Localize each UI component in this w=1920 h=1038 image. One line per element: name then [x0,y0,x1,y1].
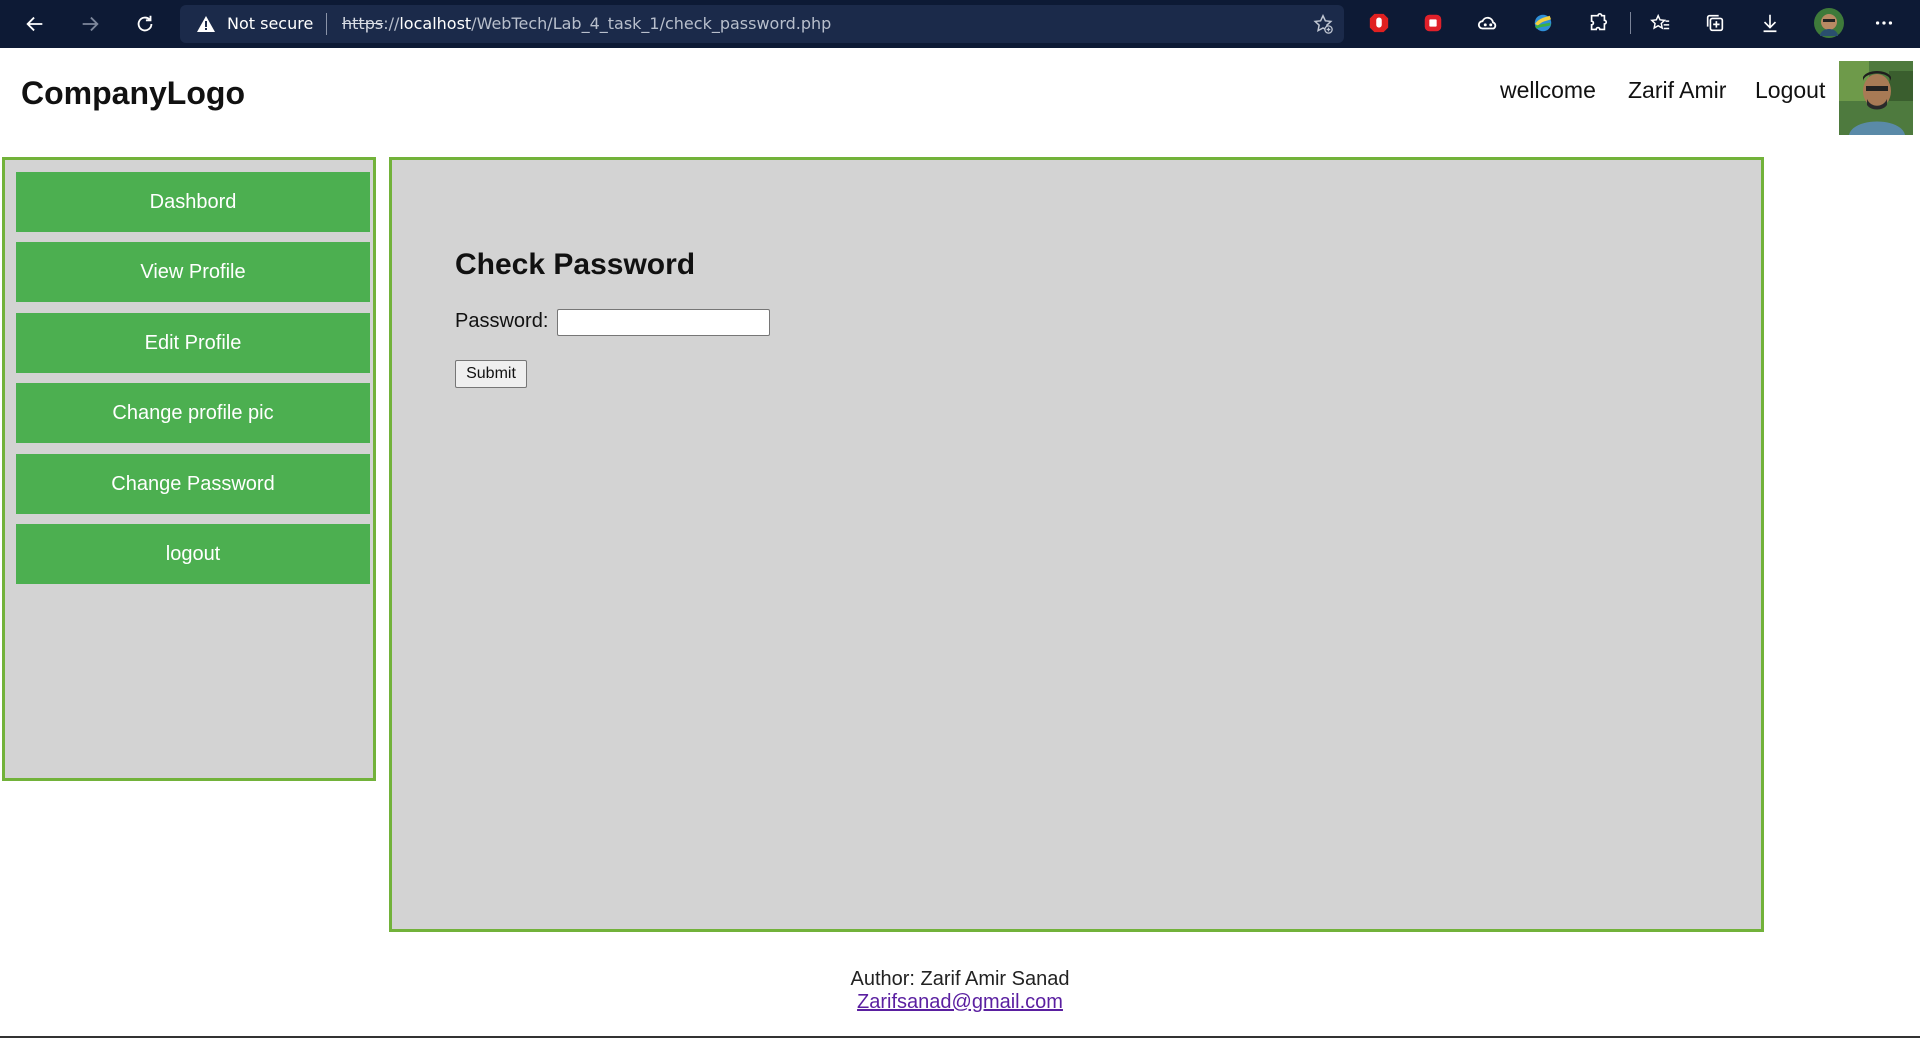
address-bar[interactable]: Not secure https://localhost/WebTech/Lab… [180,5,1344,43]
extensions-puzzle-icon[interactable] [1586,11,1610,35]
footer: Author: Zarif Amir Sanad Zarifsanad@gmai… [0,968,1920,1014]
forward-button[interactable] [72,6,108,42]
footer-author: Author: Zarif Amir Sanad [850,968,1070,990]
reload-icon [137,15,153,32]
user-name-link[interactable]: Zarif Amir [1628,77,1726,104]
favorites-icon[interactable] [1648,11,1672,35]
company-logo: CompanyLogo [21,75,245,111]
toolbar-separator [1630,12,1631,34]
extension-red-hand-icon[interactable] [1367,11,1391,35]
reload-button[interactable] [127,6,163,42]
add-favorite-icon[interactable] [1312,13,1334,35]
password-input[interactable] [557,309,770,336]
warning-icon [197,16,215,32]
more-icon[interactable] [1872,11,1896,35]
extension-cloud-icon[interactable] [1476,11,1500,35]
password-label: Password: [455,310,549,332]
back-button[interactable] [17,6,53,42]
main-content: Check Password Password: Submit [389,157,1764,932]
collections-icon[interactable] [1703,11,1727,35]
security-status[interactable]: Not secure [227,14,313,33]
extension-red-square-icon[interactable] [1421,11,1445,35]
browser-toolbar: Not secure https://localhost/WebTech/Lab… [0,0,1920,48]
address-separator [326,13,327,35]
url-text[interactable]: https://localhost/WebTech/Lab_4_task_1/c… [342,14,831,33]
extension-globe-icon[interactable] [1531,11,1555,35]
sidebar: Dashbord View Profile Edit Profile Chang… [2,157,376,781]
back-icon [26,16,43,32]
site-header: CompanyLogo wellcome Zarif Amir Logout [0,48,1920,148]
profile-avatar[interactable] [1814,8,1844,38]
user-avatar [1839,61,1913,135]
welcome-link[interactable]: wellcome [1500,77,1596,104]
sidebar-item-dashboard[interactable]: Dashbord [16,172,370,232]
url-path: /WebTech/Lab_4_task_1/check_password.php [471,14,832,33]
url-scheme: https [342,14,384,33]
sidebar-item-view-profile[interactable]: View Profile [16,242,370,302]
sidebar-item-logout[interactable]: logout [16,524,370,584]
page-title: Check Password [455,248,696,281]
header-logout-link[interactable]: Logout [1755,77,1825,104]
download-icon[interactable] [1758,11,1782,35]
url-separator: :// [383,14,400,33]
sidebar-item-change-password[interactable]: Change Password [16,454,370,514]
forward-icon [82,16,99,32]
sidebar-item-edit-profile[interactable]: Edit Profile [16,313,370,373]
sidebar-item-change-profile-pic[interactable]: Change profile pic [16,383,370,443]
submit-button[interactable]: Submit [455,360,527,388]
url-host: localhost [399,14,472,33]
footer-email-link[interactable]: Zarifsanad@gmail.com [857,991,1063,1013]
